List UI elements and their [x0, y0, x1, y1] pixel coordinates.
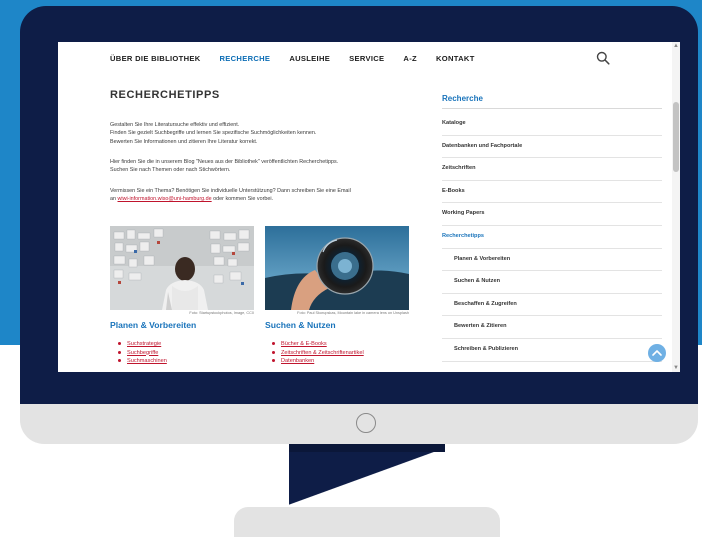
bullet-icon: [272, 342, 275, 346]
search-button[interactable]: [596, 51, 610, 65]
contact-suffix: oder kommen Sie vorbei.: [211, 196, 274, 203]
link-suchstrategie[interactable]: Suchstrategie: [127, 341, 161, 347]
main-nav: ÜBER DIE BIBLIOTHEK RECHERCHE AUSLEIHE S…: [58, 42, 680, 74]
sidebar-item-schreiben[interactable]: Schreiben & Publizieren: [442, 339, 662, 362]
sidebar-item-kataloge[interactable]: Kataloge: [442, 113, 662, 136]
search-icon: [596, 51, 610, 65]
intro-line: Gestalten Sie Ihre Literatursuche effekt…: [110, 122, 240, 128]
contact-email-link[interactable]: wiwi-information.wiso@uni-hamburg.de: [118, 196, 212, 202]
bullet-icon: [272, 350, 275, 354]
sidebar-item-bewerten[interactable]: Bewerten & Zitieren: [442, 316, 662, 339]
suchen-link-list: Bücher & E-Books Zeitschriften & Zeitsch…: [272, 340, 364, 366]
blog-paragraph: Hier finden Sie die in unserem Blog "Neu…: [110, 158, 410, 175]
chevron-up-icon: [652, 350, 662, 356]
list-item: Suchmaschinen: [118, 357, 167, 366]
contact-prefix: an: [110, 196, 118, 203]
suchen-image: [265, 226, 409, 310]
planen-image: [110, 226, 254, 310]
sidebar-item-beschaffen[interactable]: Beschaffen & Zugreifen: [442, 294, 662, 317]
bullet-icon: [118, 342, 121, 346]
nav-item-service[interactable]: SERVICE: [349, 54, 384, 63]
sidebar-nav: Recherche Kataloge Datenbanken und Fachp…: [442, 94, 662, 362]
planen-title-link[interactable]: Planen & Vorbereiten: [110, 320, 196, 330]
link-datenbanken[interactable]: Datenbanken: [281, 358, 314, 364]
bullet-icon: [118, 350, 121, 354]
sidebar-item-suchen[interactable]: Suchen & Nutzen: [442, 271, 662, 294]
page-scrollbar[interactable]: ▲ ▼: [672, 42, 680, 372]
planen-image-caption: Foto: Startupstockphotos, Image, CC0: [189, 311, 254, 315]
blog-line: Hier finden Sie die in unserem Blog "Neu…: [110, 159, 339, 165]
page-title: RECHERCHETIPPS: [110, 89, 220, 101]
monitor-stand-neck: [289, 444, 445, 508]
link-buecher-ebooks[interactable]: Bücher & E-Books: [281, 341, 327, 347]
sidebar-item-datenbanken[interactable]: Datenbanken und Fachportale: [442, 136, 662, 159]
nav-item-kontakt[interactable]: KONTAKT: [436, 54, 475, 63]
browser-screen: ÜBER DIE BIBLIOTHEK RECHERCHE AUSLEIHE S…: [58, 42, 680, 372]
intro-line: Bewerten Sie Informationen und zitieren …: [110, 138, 258, 145]
suchen-title-link[interactable]: Suchen & Nutzen: [265, 320, 336, 330]
scroll-up-icon[interactable]: ▲: [673, 43, 679, 49]
scrollbar-thumb[interactable]: [673, 102, 679, 172]
power-button-icon: [356, 413, 376, 433]
suchen-image-caption: Foto: Paul Skorupskas, Mountain lake in …: [297, 311, 409, 315]
sidebar-item-ebooks[interactable]: E-Books: [442, 181, 662, 204]
bullet-icon: [118, 359, 121, 363]
link-zeitschriften[interactable]: Zeitschriften & Zeitschriftenartikel: [281, 350, 364, 356]
planen-link-list: Suchstrategie Suchbegriffe Suchmaschinen: [118, 340, 167, 366]
list-item: Zeitschriften & Zeitschriftenartikel: [272, 349, 364, 358]
back-to-top-button[interactable]: [648, 344, 666, 362]
nav-items: ÜBER DIE BIBLIOTHEK RECHERCHE AUSLEIHE S…: [110, 54, 494, 63]
monitor-stand-shadow: [289, 444, 445, 452]
nav-item-recherche[interactable]: RECHERCHE: [220, 54, 271, 63]
bullet-icon: [272, 359, 275, 363]
scroll-down-icon[interactable]: ▼: [673, 365, 679, 371]
nav-item-ausleihe[interactable]: AUSLEIHE: [289, 54, 330, 63]
sidebar-item-working-papers[interactable]: Working Papers: [442, 203, 662, 226]
contact-line: Vermissen Sie ein Thema? Benötigen Sie i…: [110, 188, 351, 194]
list-item: Bücher & E-Books: [272, 340, 364, 349]
sidebar-heading[interactable]: Recherche: [442, 94, 662, 109]
sidebar-item-zeitschriften[interactable]: Zeitschriften: [442, 158, 662, 181]
list-item: Datenbanken: [272, 357, 364, 366]
monitor-stand-base: [234, 507, 500, 537]
contact-line: an wiwi-information.wiso@uni-hamburg.de …: [110, 195, 410, 203]
planen-photo: [110, 226, 254, 310]
sidebar-item-planen[interactable]: Planen & Vorbereiten: [442, 249, 662, 272]
link-suchmaschinen[interactable]: Suchmaschinen: [127, 358, 167, 364]
list-item: Suchstrategie: [118, 340, 167, 349]
suchen-photo: [265, 226, 409, 310]
contact-paragraph: Vermissen Sie ein Thema? Benötigen Sie i…: [110, 187, 410, 204]
sidebar-item-recherchetipps[interactable]: Recherchetipps: [442, 226, 662, 249]
link-suchbegriffe[interactable]: Suchbegriffe: [127, 350, 158, 356]
intro-paragraph: Gestalten Sie Ihre Literatursuche effekt…: [110, 121, 410, 146]
list-item: Suchbegriffe: [118, 349, 167, 358]
nav-item-a-z[interactable]: A-Z: [403, 54, 417, 63]
intro-line: Finden Sie gezielt Suchbegriffe und lern…: [110, 130, 317, 137]
blog-line: Suchen Sie nach Themen oder nach Stichwö…: [110, 167, 231, 174]
nav-item-ueber-die-bibliothek[interactable]: ÜBER DIE BIBLIOTHEK: [110, 54, 201, 63]
